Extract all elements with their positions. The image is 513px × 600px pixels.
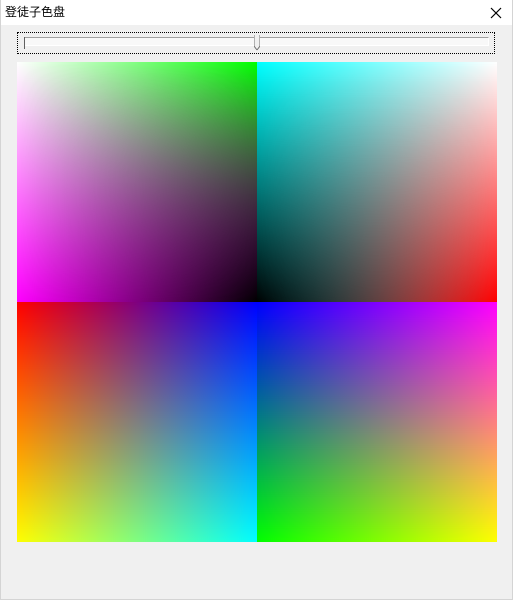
palette-quadrant-bottom-right[interactable] — [257, 302, 497, 542]
title-bar: 登徒子色盘 — [1, 0, 512, 25]
palette-quadrant-bottom-left[interactable] — [17, 302, 257, 542]
brightness-slider[interactable] — [17, 32, 495, 54]
slider-thumb-shape — [253, 35, 260, 51]
close-button[interactable] — [480, 0, 512, 25]
color-palette-canvas[interactable] — [17, 62, 497, 542]
palette-quadrant-top-right[interactable] — [257, 62, 497, 302]
palette-window: 登徒子色盘 — [0, 0, 513, 600]
window-title: 登徒子色盘 — [5, 5, 66, 19]
palette-quadrant-top-left[interactable] — [17, 62, 257, 302]
close-icon — [490, 7, 502, 18]
slider-tick-left — [24, 37, 25, 49]
color-palette[interactable] — [17, 62, 497, 542]
slider-thumb[interactable] — [253, 35, 260, 51]
